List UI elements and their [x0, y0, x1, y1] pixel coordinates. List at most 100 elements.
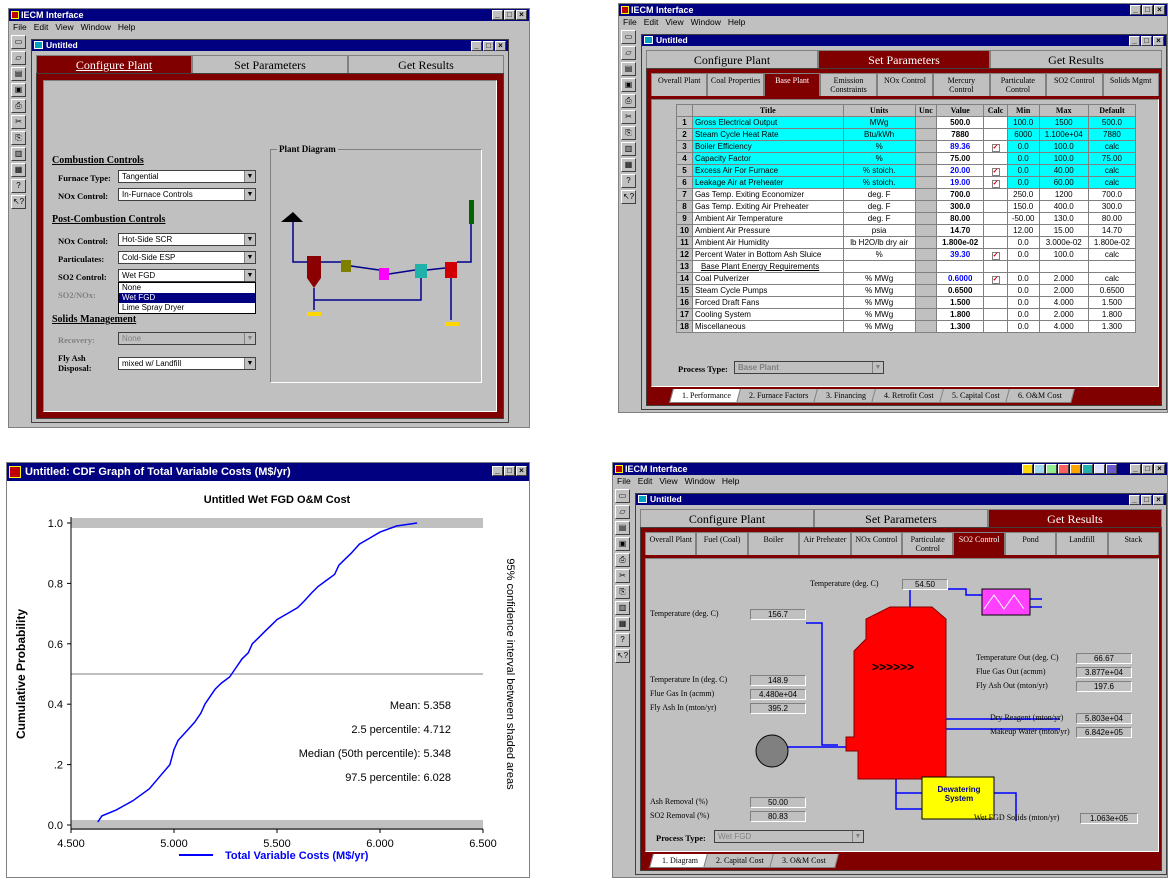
cut-icon[interactable]: ✂: [615, 569, 630, 583]
context-help-icon[interactable]: ↖?: [621, 190, 636, 204]
subtab-air-preheater[interactable]: Air Preheater: [799, 532, 851, 555]
close-button[interactable]: ×: [1154, 464, 1165, 474]
cell-title[interactable]: Gas Temp. Exiting Economizer: [691, 188, 844, 201]
furnace-type-select[interactable]: Tangential ▼: [118, 170, 256, 183]
cell-title[interactable]: Ambient Air Pressure: [691, 224, 844, 237]
cell-unc[interactable]: [914, 176, 938, 189]
copy-icon[interactable]: ⎘: [621, 126, 636, 140]
calc-checkbox[interactable]: ✓: [983, 140, 1008, 153]
table-row[interactable]: 15 Steam Cycle Pumps% MWg 0.6500 0.0 2.000 0.…: [676, 284, 1137, 297]
cell-title[interactable]: Ambient Air Temperature: [691, 212, 844, 225]
cell-title[interactable]: Ambient Air Humidity: [691, 236, 844, 249]
nox-control-select[interactable]: In-Furnace Controls ▼: [118, 188, 256, 201]
subtab-coal-properties[interactable]: Coal Properties: [707, 73, 764, 96]
cell-title[interactable]: Excess Air For Furnace: [691, 164, 844, 177]
palette-icon[interactable]: [1046, 464, 1057, 474]
calc-checkbox[interactable]: ✓: [983, 164, 1008, 177]
chevron-down-icon[interactable]: ▼: [852, 831, 863, 842]
cell-title[interactable]: Steam Cycle Pumps: [691, 284, 844, 297]
cell-value[interactable]: 75.00: [936, 152, 985, 165]
cell-unc[interactable]: [914, 224, 938, 237]
cell-value[interactable]: 1.800e-02: [936, 236, 985, 249]
child-close-button[interactable]: ×: [495, 41, 506, 51]
cell-value[interactable]: 80.00: [936, 212, 985, 225]
open-icon[interactable]: ▱: [615, 505, 630, 519]
cell-unc[interactable]: [914, 272, 938, 285]
calc-checkbox[interactable]: [983, 308, 1008, 321]
calc-checkbox[interactable]: [983, 320, 1008, 333]
cell-value[interactable]: 1.300: [936, 320, 985, 333]
tab-set-parameters[interactable]: Set Parameters: [818, 50, 990, 68]
cell-title[interactable]: Percent Water in Bottom Ash Sluice: [691, 248, 844, 261]
check-icon[interactable]: ✓: [991, 167, 1000, 176]
chevron-down-icon[interactable]: ▼: [244, 358, 255, 369]
subtab-overall-plant[interactable]: Overall Plant: [651, 73, 708, 96]
palette-icon[interactable]: [1022, 464, 1033, 474]
menu-help[interactable]: Help: [722, 475, 739, 487]
table-row[interactable]: 17 Cooling System% MWg 1.800 0.0 2.000 1.800: [676, 308, 1137, 321]
context-help-icon[interactable]: ↖?: [11, 195, 26, 209]
cell-value[interactable]: 39.30: [936, 248, 985, 261]
minimize-button[interactable]: _: [1130, 5, 1141, 15]
bottom-tab-financing[interactable]: 3. Financing: [813, 389, 880, 403]
cell-value[interactable]: 7880: [936, 128, 985, 141]
print-icon[interactable]: ⎙: [11, 99, 26, 113]
table-row[interactable]: 14 Coal Pulverizer% MWg 0.6000 ✓ 0.0 2.000 cal…: [676, 272, 1137, 285]
close-button[interactable]: ×: [516, 466, 527, 476]
cell-unc[interactable]: [914, 308, 938, 321]
paste-icon[interactable]: ▥: [11, 147, 26, 161]
cell-title[interactable]: Boiler Efficiency: [691, 140, 844, 153]
child-minimize-button[interactable]: _: [1129, 36, 1140, 46]
subtab-pond[interactable]: Pond: [1004, 532, 1057, 555]
cell-unc[interactable]: [914, 260, 938, 273]
copy-icon[interactable]: ⎘: [615, 585, 630, 599]
cell-unc[interactable]: [914, 200, 938, 213]
cell-unc[interactable]: [914, 128, 938, 141]
copy-icon[interactable]: ⎘: [11, 131, 26, 145]
bottom-tab-om-cost[interactable]: 6. O&M Cost: [1004, 389, 1075, 403]
minimize-button[interactable]: _: [1130, 464, 1141, 474]
table-row[interactable]: 7 Gas Temp. Exiting Economizer deg. F 700.0…: [676, 188, 1137, 201]
cell-value[interactable]: 14.70: [936, 224, 985, 237]
print-icon[interactable]: ⎙: [621, 94, 636, 108]
cell-unc[interactable]: [914, 284, 938, 297]
minimize-button[interactable]: _: [492, 466, 503, 476]
properties-icon[interactable]: ▦: [615, 617, 630, 631]
tab-set-parameters[interactable]: Set Parameters: [814, 509, 988, 527]
help-icon[interactable]: ?: [11, 179, 26, 193]
properties-icon[interactable]: ▦: [621, 158, 636, 172]
tab-configure-plant[interactable]: Configure Plant: [646, 50, 818, 68]
calc-checkbox[interactable]: [983, 296, 1008, 309]
table-row[interactable]: 1 Gross Electrical Output MWg 500.0 100.0 150…: [676, 116, 1137, 129]
properties-icon[interactable]: ▦: [11, 163, 26, 177]
save-icon[interactable]: ▣: [615, 537, 630, 551]
calc-checkbox[interactable]: [983, 152, 1008, 165]
minimize-button[interactable]: _: [492, 10, 503, 20]
cell-title[interactable]: Gas Temp. Exiting Air Preheater: [691, 200, 844, 213]
chevron-down-icon[interactable]: ▼: [244, 333, 255, 344]
tab-get-results[interactable]: Get Results: [988, 509, 1162, 527]
bottom-tab-om-cost[interactable]: 3. O&M Cost: [768, 854, 839, 868]
close-button[interactable]: ×: [516, 10, 527, 20]
print-icon[interactable]: ⎙: [615, 553, 630, 567]
child-minimize-button[interactable]: _: [1129, 495, 1140, 505]
dropdown-option-wet-fgd[interactable]: Wet FGD: [119, 293, 255, 303]
cell-unc[interactable]: [914, 140, 938, 153]
tab-configure-plant[interactable]: Configure Plant: [640, 509, 814, 527]
recovery-select[interactable]: None ▼: [118, 332, 256, 345]
new-icon[interactable]: ▭: [11, 35, 26, 49]
subtab-nox-control[interactable]: NOx Control: [850, 532, 903, 555]
bottom-tab-diagram[interactable]: 1. Diagram: [649, 854, 711, 868]
cell-title[interactable]: Gross Electrical Output: [691, 116, 844, 129]
menu-window[interactable]: Window: [685, 475, 715, 487]
maximize-button[interactable]: □: [1142, 464, 1153, 474]
new-icon[interactable]: ▭: [615, 489, 630, 503]
cell-unc[interactable]: [914, 248, 938, 261]
subtab-landfill[interactable]: Landfill: [1056, 532, 1108, 555]
chevron-down-icon[interactable]: ▼: [244, 270, 255, 281]
chevron-down-icon[interactable]: ▼: [244, 171, 255, 182]
subtab-overall-plant[interactable]: Overall Plant: [645, 532, 697, 555]
subtab-boiler[interactable]: Boiler: [747, 532, 800, 555]
cell-unc[interactable]: [914, 188, 938, 201]
calc-checkbox[interactable]: [983, 200, 1008, 213]
